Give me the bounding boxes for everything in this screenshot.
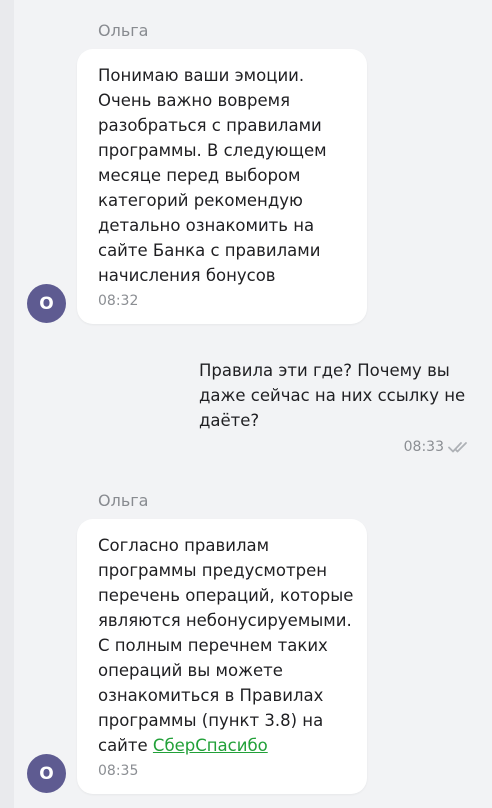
avatar[interactable]: О xyxy=(27,284,66,323)
message-time: 08:32 xyxy=(98,293,139,309)
message-time: 08:33 xyxy=(403,439,444,455)
sender-name: Ольга xyxy=(98,21,149,40)
double-check-icon xyxy=(448,442,467,453)
sberspasibo-link[interactable]: СберСпасибо xyxy=(153,736,268,755)
message-text: Понимаю ваши эмоции. Очень важно вовремя… xyxy=(98,66,327,285)
incoming-message-bubble: Согласно правилам программы предусмотрен… xyxy=(77,519,367,794)
message-time: 08:35 xyxy=(98,763,139,779)
incoming-message-bubble: Понимаю ваши эмоции. Очень важно вовремя… xyxy=(77,49,367,324)
left-panel-edge xyxy=(0,0,14,808)
message-text: Согласно правилам программы предусмотрен… xyxy=(98,533,358,758)
outgoing-message-text: Правила эти где? Почему вы даже сейчас н… xyxy=(199,361,466,430)
avatar[interactable]: О xyxy=(27,754,66,793)
sender-name: Ольга xyxy=(98,491,149,510)
message-text-body: Согласно правилам программы предусмотрен… xyxy=(98,536,354,755)
outgoing-message-meta: 08:33 xyxy=(404,437,470,457)
